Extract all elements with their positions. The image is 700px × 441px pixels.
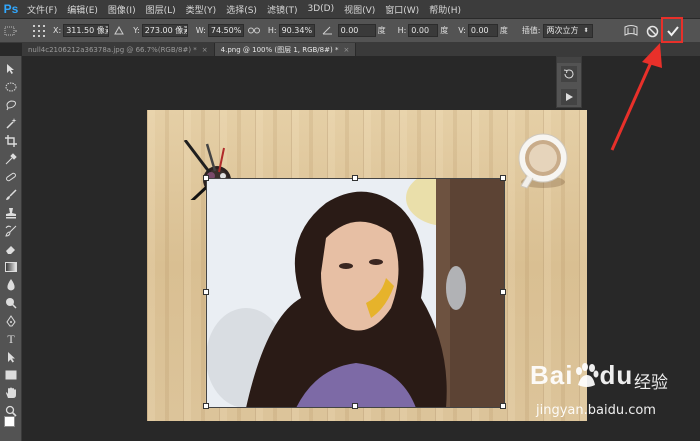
angle-field[interactable]: 0.00 xyxy=(337,24,376,37)
y-label: Y: xyxy=(133,26,140,35)
interpolation-label: 插值: xyxy=(521,26,541,35)
move-tool-icon[interactable] xyxy=(2,62,20,76)
w-field[interactable]: 74.50% xyxy=(207,24,244,37)
menu-type[interactable]: 类型(Y) xyxy=(181,3,222,16)
spot-healing-tool-icon[interactable] xyxy=(2,170,20,184)
annotation-arrow-icon xyxy=(610,43,662,151)
x-field[interactable]: 311.50 像素 xyxy=(63,24,110,37)
h-field[interactable]: 90.34% xyxy=(278,24,315,37)
cancel-transform-button[interactable] xyxy=(643,22,661,40)
menu-filter[interactable]: 滤镜(T) xyxy=(262,3,303,16)
angle-icon xyxy=(321,24,335,38)
delta-icon[interactable] xyxy=(112,24,126,38)
dodge-tool-icon[interactable] xyxy=(2,296,20,310)
menu-bar: Ps 文件(F) 编辑(E) 图像(I) 图层(L) 类型(Y) 选择(S) 滤… xyxy=(0,0,700,19)
watermark-brand-suffix: du xyxy=(599,360,634,390)
tab-close-icon[interactable]: × xyxy=(202,46,208,54)
eraser-tool-icon[interactable] xyxy=(2,242,20,256)
select-arrows-icon: ⬍ xyxy=(583,27,589,34)
brush-tool-icon[interactable] xyxy=(2,188,20,202)
interpolation-value: 两次立方 xyxy=(546,26,579,35)
path-selection-tool-icon[interactable] xyxy=(2,350,20,364)
menu-select[interactable]: 选择(S) xyxy=(221,3,262,16)
tools-panel: T xyxy=(0,56,22,441)
rectangle-tool-icon[interactable] xyxy=(2,368,20,382)
paw-icon xyxy=(576,362,599,387)
menu-file[interactable]: 文件(F) xyxy=(22,3,62,16)
tab-label: null4c2106212a36378a.jpg @ 66.7%(RGB/8#)… xyxy=(28,45,197,54)
warp-mode-button[interactable] xyxy=(622,22,640,40)
transform-tool-icon[interactable] xyxy=(3,24,17,38)
vskew-field[interactable]: 0.00 xyxy=(467,24,498,37)
color-swatches[interactable] xyxy=(2,414,20,432)
watermark-brand: Bai du xyxy=(530,360,633,391)
tab-label: 4.png @ 100% (图层 1, RGB/8#) * xyxy=(220,45,339,54)
panel-grip[interactable] xyxy=(557,57,581,63)
hand-tool-icon[interactable] xyxy=(2,386,20,400)
history-brush-tool-icon[interactable] xyxy=(2,224,20,238)
vskew-label: V: xyxy=(458,26,466,35)
menu-edit[interactable]: 编辑(E) xyxy=(62,3,103,16)
interpolation-select[interactable]: 两次立方 ⬍ xyxy=(542,23,593,38)
reference-point-icon[interactable] xyxy=(32,24,46,38)
collapsed-panel-dock xyxy=(556,56,582,108)
marquee-tool-icon[interactable] xyxy=(2,80,20,94)
magic-wand-tool-icon[interactable] xyxy=(2,116,20,130)
menu-image[interactable]: 图像(I) xyxy=(103,3,141,16)
menu-3d[interactable]: 3D(D) xyxy=(302,4,339,14)
link-icon[interactable] xyxy=(247,24,261,38)
crop-tool-icon[interactable] xyxy=(2,134,20,148)
w-label: W: xyxy=(195,26,206,35)
hskew-unit: 度 xyxy=(440,26,449,35)
document-canvas[interactable] xyxy=(147,110,587,421)
hskew-field[interactable]: 0.00 xyxy=(408,24,439,37)
tab-document-1[interactable]: null4c2106212a36378a.jpg @ 66.7%(RGB/8#)… xyxy=(22,43,215,56)
tab-document-2[interactable]: 4.png @ 100% (图层 1, RGB/8#) * × xyxy=(214,43,357,56)
vskew-unit: 度 xyxy=(499,26,508,35)
watermark-url: jingyan.baidu.com xyxy=(536,403,656,418)
angle-unit: 度 xyxy=(377,26,386,35)
menu-window[interactable]: 窗口(W) xyxy=(380,3,424,16)
eyedropper-tool-icon[interactable] xyxy=(2,152,20,166)
actions-panel-play-icon[interactable] xyxy=(561,89,577,105)
portrait-photo-image xyxy=(206,178,505,408)
photoshop-window: Ps 文件(F) 编辑(E) 图像(I) 图层(L) 类型(Y) 选择(S) 滤… xyxy=(0,0,700,441)
baidu-jingyan-watermark: Bai du 经验 jingyan.baidu.com xyxy=(530,360,695,430)
hskew-label: H: xyxy=(397,26,407,35)
y-field[interactable]: 273.00 像素 xyxy=(141,24,188,37)
blur-tool-icon[interactable] xyxy=(2,278,20,292)
lasso-tool-icon[interactable] xyxy=(2,98,20,112)
h-label: H: xyxy=(267,26,277,35)
tab-close-icon[interactable]: × xyxy=(343,46,349,54)
history-panel-icon[interactable] xyxy=(561,66,577,82)
x-label: X: xyxy=(53,26,62,35)
clone-stamp-tool-icon[interactable] xyxy=(2,206,20,220)
watermark-brand-text: Bai xyxy=(530,360,574,390)
transformed-photo-layer[interactable] xyxy=(206,178,505,408)
menu-view[interactable]: 视图(V) xyxy=(339,3,380,16)
gradient-tool-icon[interactable] xyxy=(2,260,20,274)
ps-logo: Ps xyxy=(3,2,19,16)
watermark-subtitle: 经验 xyxy=(634,373,668,393)
foreground-color-swatch[interactable] xyxy=(4,416,15,427)
coffee-cup-image xyxy=(518,133,568,189)
menu-help[interactable]: 帮助(H) xyxy=(424,3,466,16)
type-tool-icon[interactable]: T xyxy=(2,332,20,346)
menu-layer[interactable]: 图层(L) xyxy=(141,3,181,16)
pen-tool-icon[interactable] xyxy=(2,314,20,328)
